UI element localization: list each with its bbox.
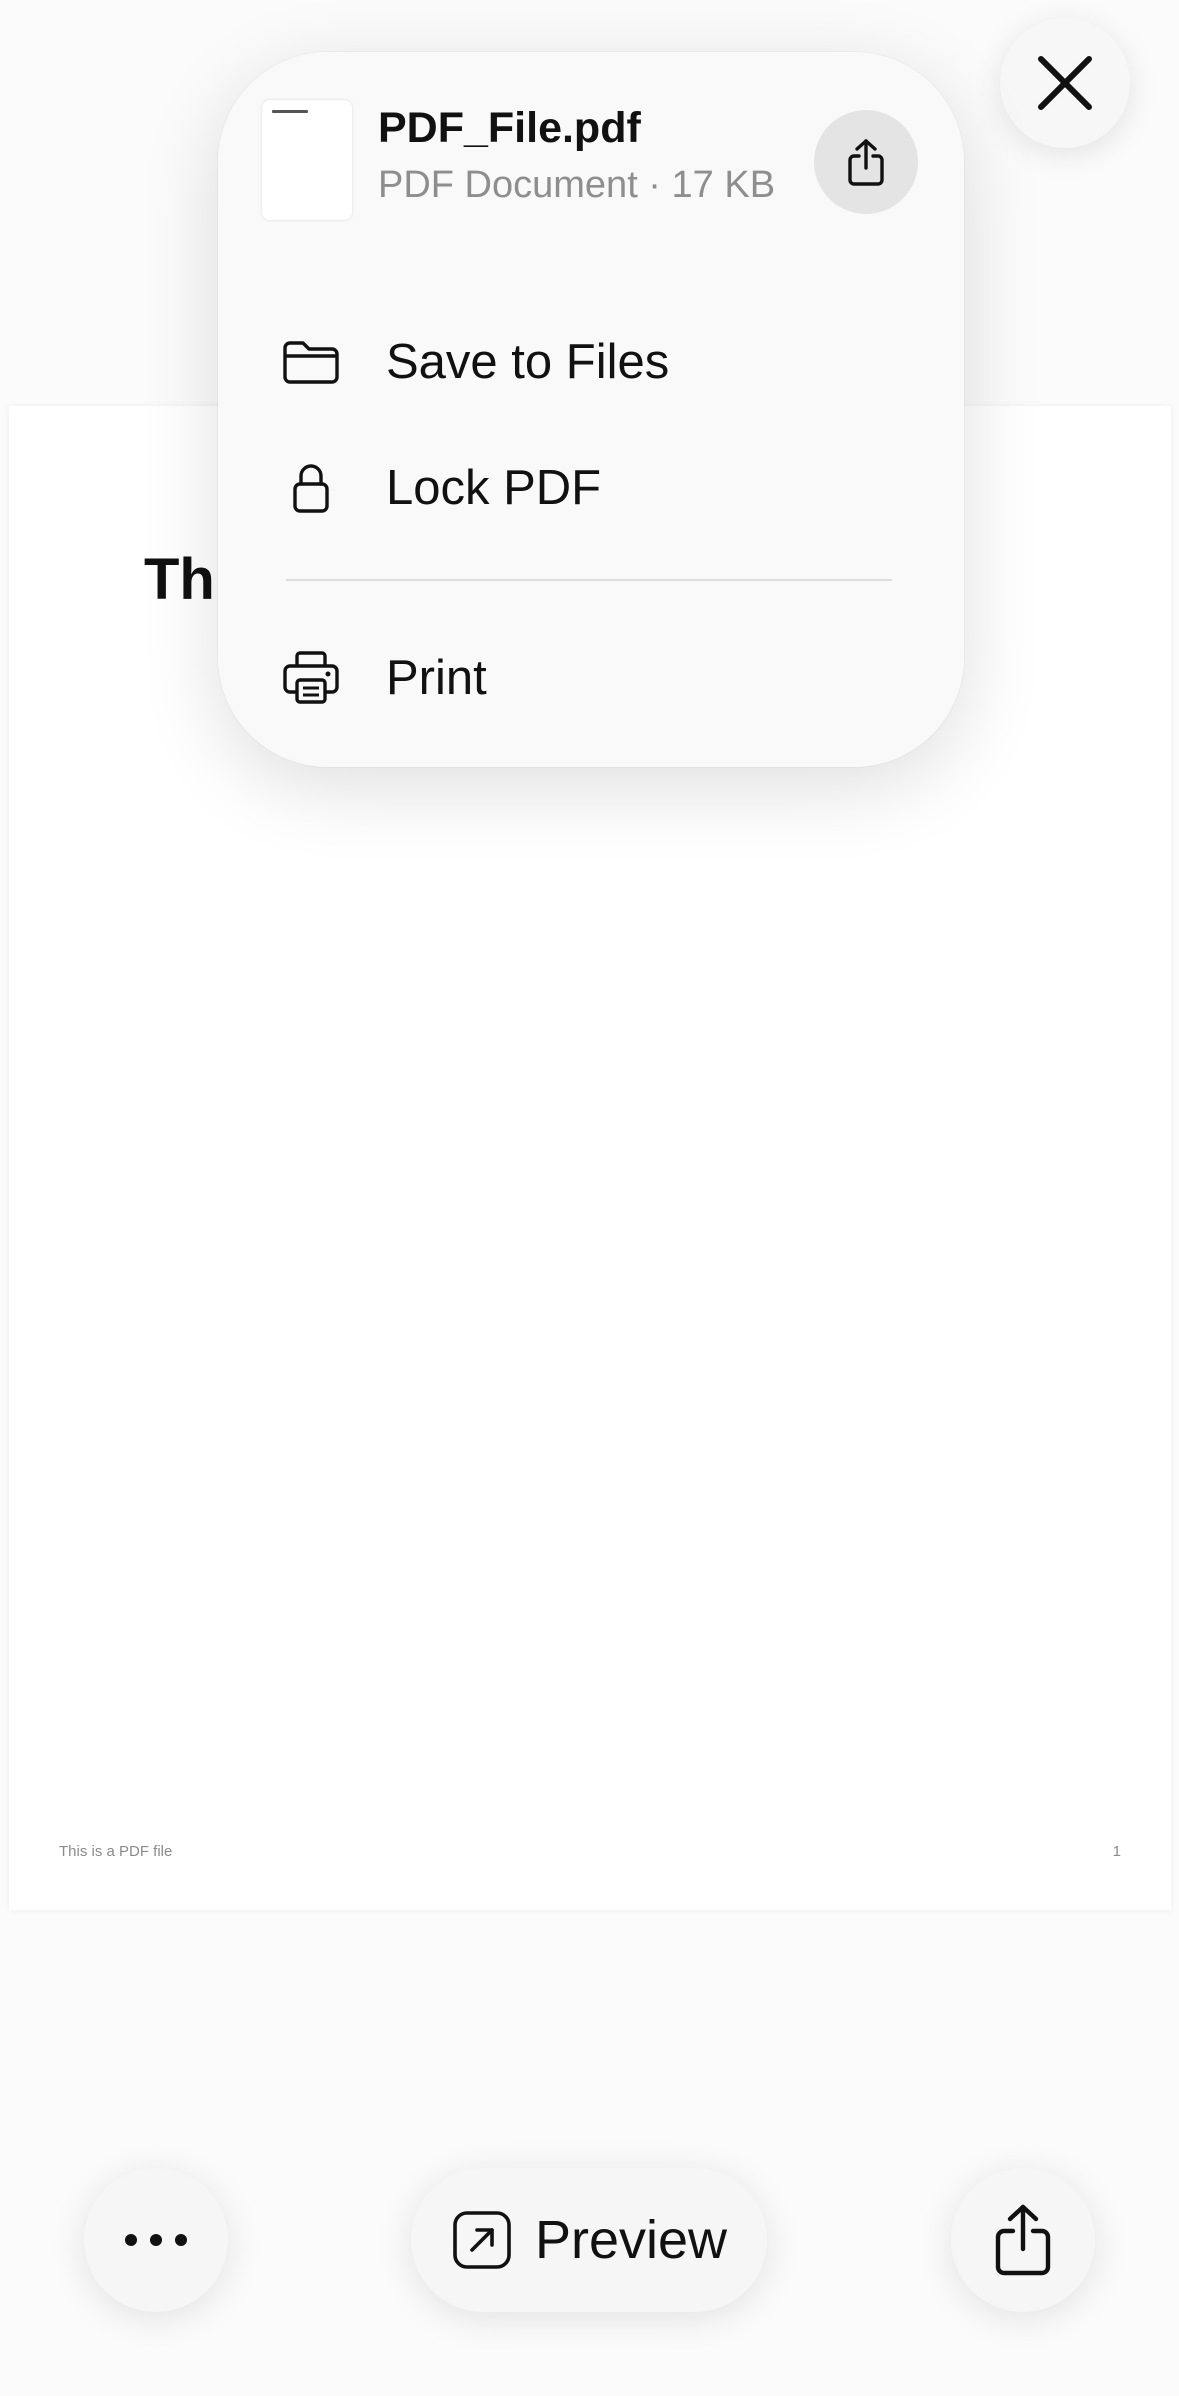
menu-item-label: Save to Files (386, 335, 670, 389)
menu-item-save-to-files[interactable]: Save to Files (278, 312, 918, 412)
pdf-footer-text: This is a PDF file (59, 1843, 173, 1860)
menu-item-lock-pdf[interactable]: Lock PDF (278, 438, 918, 538)
open-external-icon (453, 2211, 511, 2269)
preview-label: Preview (534, 2210, 728, 2270)
menu-item-print[interactable]: Print (278, 628, 918, 728)
file-name: PDF_File.pdf (378, 104, 641, 152)
quick-look-screen: Th This is a PDF file 1 PDF_File.pdf PDF… (0, 0, 1179, 2396)
pdf-page-number: 1 (1112, 1843, 1121, 1860)
share-button[interactable] (951, 2168, 1095, 2312)
menu-item-label: Lock PDF (386, 461, 602, 515)
menu-divider (286, 579, 892, 581)
preview-button[interactable]: Preview (411, 2168, 767, 2312)
lock-icon (278, 455, 344, 521)
more-button[interactable] (84, 2168, 228, 2312)
ellipsis-icon (125, 2234, 187, 2246)
file-meta: PDF Document · 17 KB (378, 164, 776, 206)
file-actions-menu: PDF_File.pdf PDF Document · 17 KB Save t… (218, 52, 964, 767)
menu-share-button[interactable] (814, 110, 918, 214)
close-icon (1038, 56, 1092, 110)
printer-icon (278, 645, 344, 711)
menu-item-label: Print (386, 651, 487, 705)
close-button[interactable] (1000, 18, 1130, 148)
share-icon (848, 139, 884, 186)
pdf-heading: Th (144, 547, 215, 612)
share-icon (995, 2204, 1051, 2276)
folder-icon (278, 329, 344, 395)
file-thumbnail (262, 100, 352, 220)
